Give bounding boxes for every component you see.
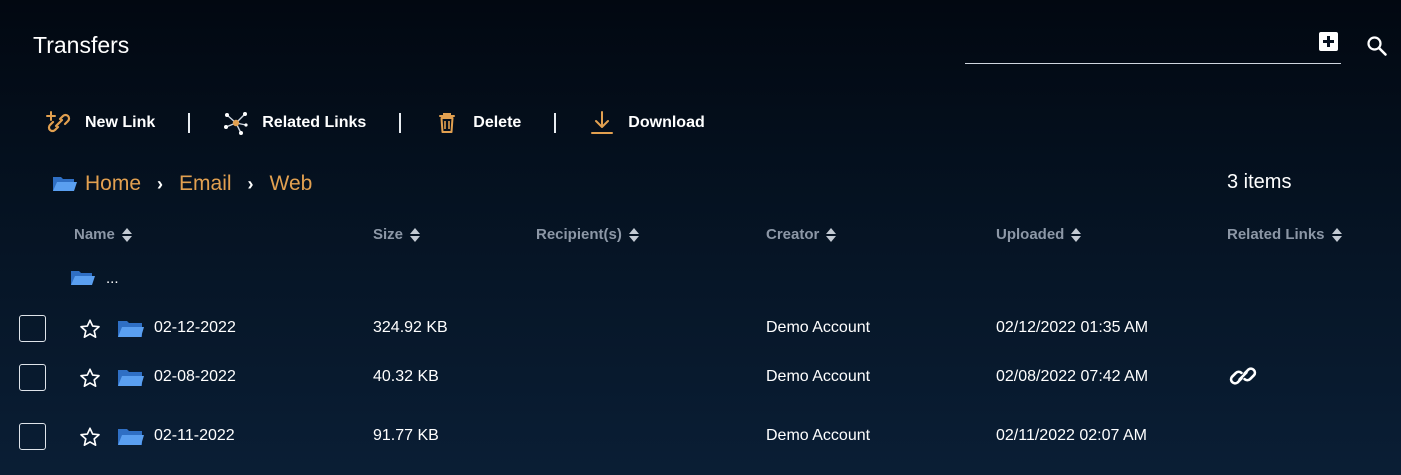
folder-icon [118, 321, 144, 337]
search-input[interactable] [965, 63, 1341, 64]
folder-open-icon [53, 177, 77, 191]
download-icon [589, 110, 615, 136]
column-header-recipients[interactable]: Recipient(s) [536, 226, 639, 243]
new-link-label: New Link [85, 114, 156, 131]
table-row[interactable]: 02-11-2022 91.77 KB Demo Account 02/11/2… [0, 417, 1401, 457]
toolbar-divider [399, 113, 402, 133]
new-link-button[interactable]: New Link [46, 110, 155, 136]
row-checkbox[interactable] [19, 364, 46, 391]
row-name[interactable]: 02-08-2022 [154, 368, 236, 386]
related-links-button[interactable]: Related Links [223, 110, 366, 136]
delete-label: Delete [473, 114, 522, 131]
page-title: Transfers [33, 32, 130, 58]
link-add-icon [46, 110, 72, 136]
row-creator: Demo Account [766, 319, 871, 336]
parent-folder-row[interactable]: ... [70, 268, 119, 288]
star-icon[interactable] [79, 367, 101, 389]
row-uploaded: 02/08/2022 07:42 AM [996, 368, 1149, 385]
row-uploaded: 02/12/2022 01:35 AM [996, 319, 1149, 336]
item-count: 3 items [1227, 171, 1292, 193]
breadcrumb-web[interactable]: Web [270, 172, 313, 196]
column-header-name[interactable]: Name [74, 226, 132, 243]
add-icon[interactable] [1319, 32, 1338, 51]
column-header-label: Recipient(s) [536, 226, 622, 243]
related-links-label: Related Links [262, 114, 367, 131]
folder-open-icon [71, 271, 95, 285]
sort-icon [1071, 227, 1082, 242]
row-size: 324.92 KB [373, 319, 448, 336]
parent-folder-label: ... [106, 269, 119, 287]
column-header-label: Name [74, 226, 115, 243]
download-button[interactable]: Download [589, 110, 705, 136]
row-checkbox[interactable] [19, 315, 46, 342]
column-header-related-links[interactable]: Related Links [1227, 226, 1342, 243]
breadcrumb-email[interactable]: Email [179, 172, 232, 196]
row-name[interactable]: 02-12-2022 [154, 319, 236, 337]
sort-icon [410, 227, 421, 242]
sort-icon [1331, 227, 1342, 242]
row-creator: Demo Account [766, 427, 871, 444]
breadcrumb: Home › Email › Web [52, 172, 312, 196]
row-uploaded: 02/11/2022 02:07 AM [996, 427, 1147, 444]
toolbar-divider [188, 113, 191, 133]
row-checkbox[interactable] [19, 423, 46, 450]
link-icon[interactable] [1228, 361, 1258, 391]
chevron-right-icon: › [157, 173, 164, 194]
related-links-icon [223, 110, 249, 136]
sort-icon [826, 227, 837, 242]
sort-icon [628, 227, 639, 242]
column-header-creator[interactable]: Creator [766, 226, 837, 243]
delete-button[interactable]: Delete [434, 110, 521, 136]
row-size: 91.77 KB [373, 427, 439, 444]
folder-icon [118, 370, 144, 386]
column-header-label: Creator [766, 226, 820, 243]
row-name[interactable]: 02-11-2022 [154, 427, 235, 445]
row-creator: Demo Account [766, 368, 871, 385]
breadcrumb-home[interactable]: Home [85, 172, 141, 196]
search-icon[interactable] [1366, 35, 1388, 57]
table-row[interactable]: 02-12-2022 324.92 KB Demo Account 02/12/… [0, 309, 1401, 349]
column-header-label: Uploaded [996, 226, 1065, 243]
column-header-uploaded[interactable]: Uploaded [996, 226, 1082, 243]
sort-icon [121, 227, 132, 242]
folder-icon [118, 429, 144, 445]
toolbar: New Link Related Links Delete Download [46, 110, 705, 136]
column-header-size[interactable]: Size [373, 226, 421, 243]
column-header-label: Size [373, 226, 404, 243]
chevron-right-icon: › [247, 173, 254, 194]
column-header-label: Related Links [1227, 226, 1325, 243]
row-size: 40.32 KB [373, 368, 439, 385]
toolbar-divider [554, 113, 557, 133]
download-label: Download [628, 114, 705, 131]
star-icon[interactable] [79, 318, 101, 340]
table-row[interactable]: 02-08-2022 40.32 KB Demo Account 02/08/2… [0, 358, 1401, 398]
trash-icon [434, 110, 460, 136]
star-icon[interactable] [79, 426, 101, 448]
